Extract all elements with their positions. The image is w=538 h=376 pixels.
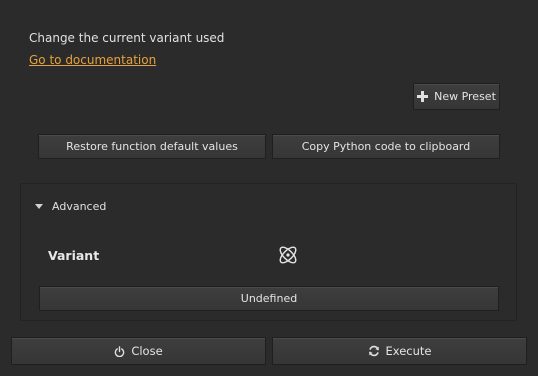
copy-python-label: Copy Python code to clipboard [301,140,471,153]
power-icon [114,345,125,357]
new-preset-button[interactable]: New Preset [413,83,500,110]
advanced-toggle[interactable]: Advanced [35,200,106,213]
plus-icon [417,91,429,102]
execute-label: Execute [385,344,432,358]
variant-label: Variant [48,248,100,263]
close-label: Close [131,344,163,358]
new-preset-label: New Preset [434,90,496,103]
restore-defaults-label: Restore function default values [66,140,238,153]
variant-selector-button[interactable]: Undefined [39,286,499,311]
execute-button[interactable]: Execute [272,337,527,365]
close-button[interactable]: Close [11,337,266,365]
advanced-section: Advanced Variant Undefined [20,183,517,321]
triangle-down-icon [35,204,43,209]
variant-value-label: Undefined [240,292,298,305]
documentation-link[interactable]: Go to documentation [29,52,156,68]
copy-python-button[interactable]: Copy Python code to clipboard [272,134,500,159]
refresh-icon [368,345,380,357]
restore-defaults-button[interactable]: Restore function default values [38,134,266,159]
variant-icon[interactable] [277,244,299,266]
advanced-header-label: Advanced [52,200,107,213]
description-text: Change the current variant used [29,31,225,45]
